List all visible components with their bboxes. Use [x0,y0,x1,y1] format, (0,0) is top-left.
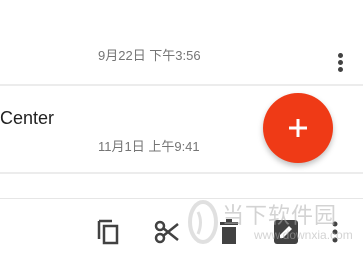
cut-icon [154,220,179,244]
note-item[interactable] [0,174,363,198]
note-title: Center [0,108,55,128]
delete-icon [220,219,238,244]
cut-button[interactable] [152,216,182,248]
edit-button[interactable] [271,216,301,248]
note-item[interactable]: 9月22日 下午3:56 [0,0,363,84]
more-options-icon[interactable] [335,51,345,75]
copy-icon [97,219,119,245]
edit-icon [274,220,298,244]
note-date: 11月1日 上午9:41 [98,139,200,154]
plus-icon [289,119,307,137]
note-date: 9月22日 下午3:56 [98,48,201,63]
more-options-icon[interactable] [327,216,343,248]
copy-button[interactable] [93,216,123,248]
delete-button[interactable] [214,216,244,248]
bottom-toolbar [0,198,363,266]
add-note-button[interactable] [263,93,333,163]
